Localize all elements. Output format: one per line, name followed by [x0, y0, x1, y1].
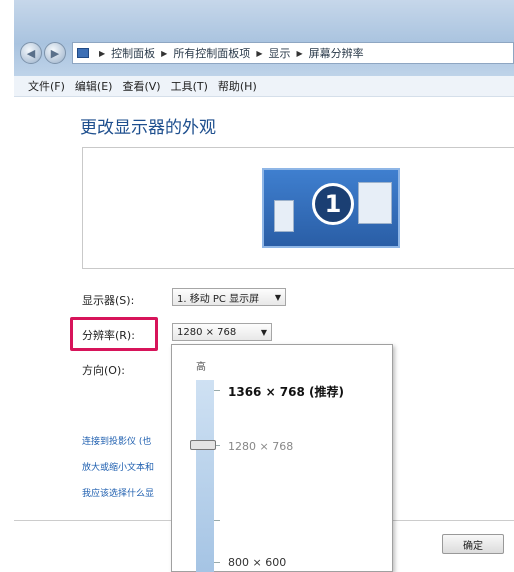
resolution-select[interactable]: 1280 × 768 ▼: [172, 323, 272, 341]
control-panel-icon: [77, 48, 89, 58]
monitor-number-badge: 1: [312, 183, 354, 225]
display-select[interactable]: 1. 移动 PC 显示屏 ▼: [172, 288, 286, 306]
link-text-size[interactable]: 放大或缩小文本和: [82, 460, 154, 473]
breadcrumb-all-items[interactable]: 所有控制面板项: [173, 45, 250, 61]
option-1366x768[interactable]: 1366 × 768 (推荐): [228, 383, 344, 400]
menu-help[interactable]: 帮助(H): [218, 78, 257, 94]
window: ◀ ▶ ▶ 控制面板 ▶ 所有控制面板项 ▶ 显示 ▶ 屏幕分辨率 文件(F) …: [0, 0, 514, 572]
display-select-value: 1. 移动 PC 显示屏: [177, 293, 260, 305]
menu-edit[interactable]: 编辑(E): [75, 78, 113, 94]
link-connect-projector[interactable]: 连接到投影仪 (也: [82, 434, 151, 447]
link-which-setting[interactable]: 我应该选择什么显: [82, 486, 154, 499]
menu-file[interactable]: 文件(F): [28, 78, 65, 94]
option-1280x768[interactable]: 1280 × 768: [228, 440, 293, 453]
resolution-slider-thumb[interactable]: [190, 440, 216, 450]
slider-tick: [214, 562, 220, 563]
page-title: 更改显示器的外观: [80, 118, 216, 138]
address-bar[interactable]: ▶ 控制面板 ▶ 所有控制面板项 ▶ 显示 ▶ 屏幕分辨率: [72, 42, 514, 64]
breadcrumb-control-panel[interactable]: 控制面板: [111, 45, 155, 61]
resolution-select-value: 1280 × 768: [177, 326, 237, 338]
window-thumbnail: [274, 200, 294, 232]
window-thumbnail: [358, 182, 392, 224]
chevron-down-icon: ▼: [274, 292, 281, 302]
option-800x600[interactable]: 800 × 600: [228, 556, 286, 569]
ok-button[interactable]: 确定: [442, 534, 504, 554]
menu-bar: 文件(F) 编辑(E) 查看(V) 工具(T) 帮助(H): [14, 76, 514, 97]
chevron-down-icon: ▼: [260, 327, 267, 337]
breadcrumb-separator: ▶: [161, 48, 168, 58]
menu-view[interactable]: 查看(V): [122, 78, 160, 94]
breadcrumb-separator: ▶: [256, 48, 263, 58]
monitor-1[interactable]: 1: [262, 168, 400, 248]
resolution-highlight-box: [70, 317, 158, 351]
navigation-bar: ◀ ▶ ▶ 控制面板 ▶ 所有控制面板项 ▶ 显示 ▶ 屏幕分辨率: [14, 36, 514, 74]
display-label: 显示器(S):: [82, 294, 135, 307]
breadcrumb-display[interactable]: 显示: [268, 45, 290, 61]
resolution-slider-track[interactable]: [196, 380, 214, 572]
slider-tick: [214, 520, 220, 521]
menu-tools[interactable]: 工具(T): [171, 78, 208, 94]
slider-high-label: 高: [196, 362, 206, 373]
breadcrumb-separator: ▶: [99, 48, 106, 58]
breadcrumb-separator: ▶: [296, 48, 303, 58]
orientation-label: 方向(O):: [82, 364, 125, 377]
slider-tick: [214, 390, 220, 391]
forward-arrow-icon[interactable]: ▶: [44, 42, 66, 64]
back-arrow-icon[interactable]: ◀: [20, 42, 42, 64]
breadcrumb-screen-resolution[interactable]: 屏幕分辨率: [309, 45, 364, 61]
